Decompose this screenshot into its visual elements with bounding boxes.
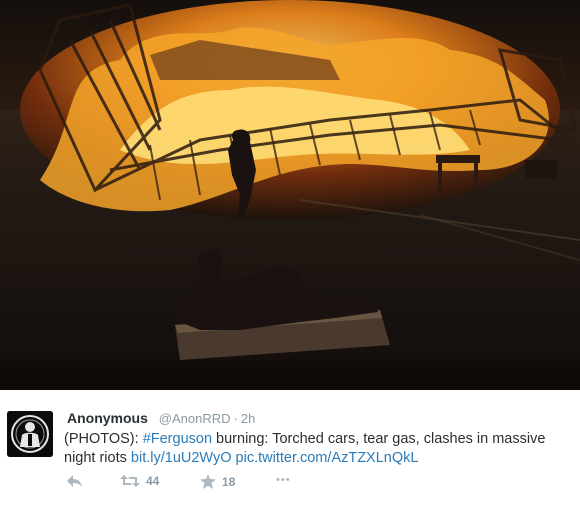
- retweet-count: 44: [146, 474, 160, 488]
- star-icon: [200, 474, 216, 489]
- pic-link[interactable]: pic.twitter.com/AzTZXLnQkL: [236, 450, 419, 466]
- display-name[interactable]: Anonymous: [67, 410, 148, 426]
- tweet-text: (PHOTOS): #Ferguson burning: Torched car…: [64, 430, 569, 468]
- retweet-button[interactable]: 44: [120, 474, 159, 488]
- retweet-icon: [120, 475, 140, 487]
- tweet-card: Anonymous @AnonRRD · 2h (PHOTOS): #Ferguso…: [0, 390, 580, 506]
- more-icon: •••: [276, 474, 291, 486]
- tweet-timestamp[interactable]: 2h: [241, 411, 255, 426]
- favorite-button[interactable]: 18: [200, 474, 235, 489]
- tweet-header: Anonymous @AnonRRD · 2h: [64, 409, 255, 427]
- burning-building-photo: [0, 0, 580, 390]
- anonymous-logo-icon: [7, 411, 53, 457]
- short-link[interactable]: bit.ly/1uU2WyO: [131, 450, 232, 466]
- favorite-count: 18: [222, 474, 236, 489]
- separator-dot: ·: [233, 411, 238, 426]
- user-handle[interactable]: @AnonRRD: [159, 411, 231, 426]
- reply-button[interactable]: [66, 474, 83, 488]
- reply-icon: [67, 475, 82, 487]
- tweet-text-prefix: (PHOTOS):: [64, 431, 143, 447]
- hashtag-link[interactable]: #Ferguson: [143, 431, 212, 447]
- more-button[interactable]: •••: [276, 474, 291, 486]
- tweet-photo[interactable]: [0, 0, 580, 390]
- avatar[interactable]: [7, 411, 53, 457]
